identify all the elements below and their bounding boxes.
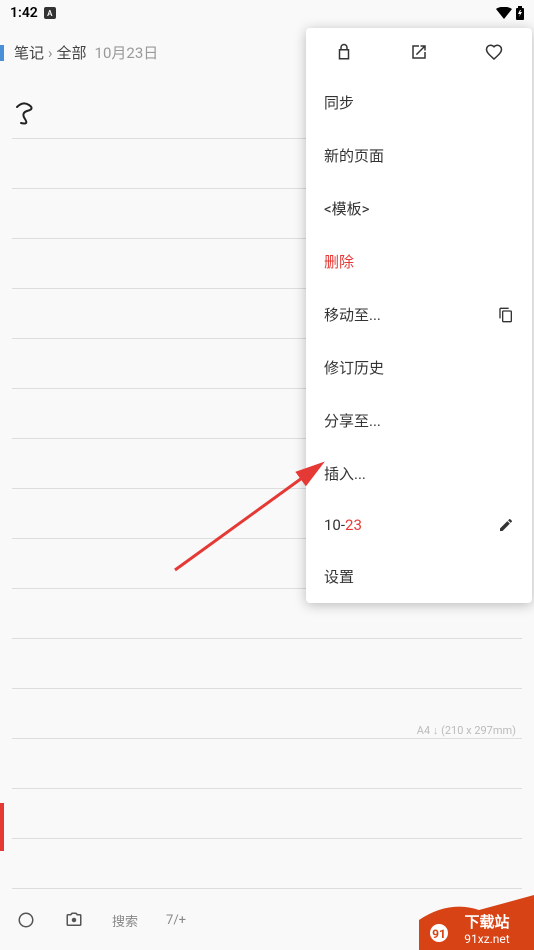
watermark: 91 下载站 91xz.net (419, 895, 534, 950)
camera-icon[interactable] (64, 910, 84, 930)
heart-icon[interactable] (484, 42, 504, 62)
badge-a-icon: A (44, 7, 56, 19)
breadcrumb-separator: › (48, 44, 53, 62)
note-line (12, 739, 522, 789)
menu-delete[interactable]: 删除 (306, 235, 532, 288)
search-label[interactable]: 搜索 (112, 911, 138, 930)
menu-template[interactable]: <模板> (306, 182, 532, 235)
context-menu: 同步 新的页面 <模板> 删除 移动至... 修订历史 分享至... 插入...… (306, 28, 532, 603)
battery-icon (516, 6, 524, 20)
circle-tool-icon[interactable] (16, 910, 36, 930)
lock-icon[interactable] (334, 42, 354, 62)
menu-settings[interactable]: 设置 (306, 550, 532, 603)
breadcrumb-date: 10月23日 (95, 42, 159, 63)
open-external-icon[interactable] (409, 42, 429, 62)
wifi-icon (496, 7, 512, 19)
menu-date-label: 10-23 (324, 516, 362, 534)
menu-date[interactable]: 10-23 (306, 500, 532, 550)
status-time: 1:42 (10, 5, 38, 21)
copy-icon (498, 307, 514, 323)
menu-revision-history[interactable]: 修订历史 (306, 341, 532, 394)
note-line (12, 639, 522, 689)
breadcrumb-root[interactable]: 笔记 (14, 42, 44, 63)
menu-share[interactable]: 分享至... (306, 394, 532, 447)
menu-insert[interactable]: 插入... (306, 447, 532, 500)
edit-icon (498, 517, 514, 533)
red-side-marker (0, 803, 4, 851)
svg-text:下载站: 下载站 (464, 913, 509, 931)
note-line (12, 789, 522, 839)
page-counter[interactable]: 7/+ (166, 913, 186, 928)
handwriting-content (15, 99, 45, 129)
breadcrumb-marker (0, 45, 4, 61)
note-line (12, 839, 522, 889)
breadcrumb-category[interactable]: 全部 (57, 42, 87, 63)
menu-header (306, 28, 532, 76)
menu-sync[interactable]: 同步 (306, 76, 532, 129)
menu-new-page[interactable]: 新的页面 (306, 129, 532, 182)
svg-text:91xz.net: 91xz.net (464, 932, 510, 946)
status-bar: 1:42 A (0, 0, 534, 26)
svg-text:91: 91 (432, 927, 446, 941)
menu-move-to[interactable]: 移动至... (306, 288, 532, 341)
paper-size-label: A4 ↓ (210 x 297mm) (417, 724, 516, 737)
